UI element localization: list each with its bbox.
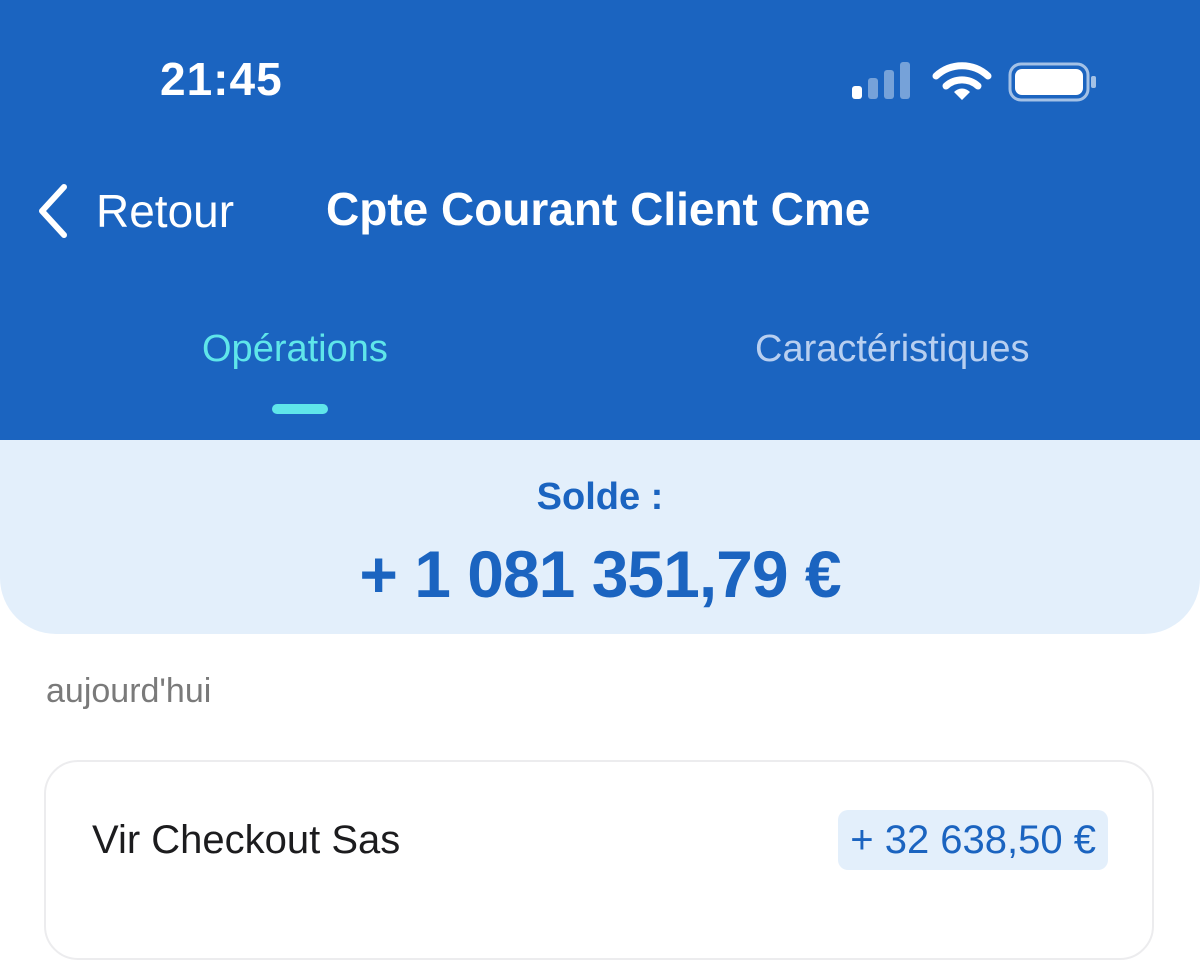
transaction-card[interactable]: Vir Checkout Sas + 32 638,50 € [44, 760, 1154, 960]
page-title: Cpte Courant Client Cme [326, 183, 871, 235]
status-time: 21:45 [160, 53, 283, 105]
balance-label: Solde : [536, 476, 664, 518]
tab-caracteristiques[interactable]: Caractéristiques [755, 328, 1030, 371]
balance-panel: Solde : + 1 081 351,79 € [0, 440, 1200, 634]
transaction-amount: + 32 638,50 € [838, 810, 1108, 870]
date-header: aujourd'hui [46, 672, 212, 710]
balance-amount: + 1 081 351,79 € [359, 537, 841, 611]
signal-icon [852, 62, 910, 99]
back-button[interactable]: Retour [34, 178, 234, 244]
chevron-left-icon [39, 184, 67, 238]
transaction-label: Vir Checkout Sas [92, 818, 401, 862]
active-tab-indicator [272, 404, 328, 414]
tab-operations[interactable]: Opérations [202, 328, 388, 371]
battery-icon [1008, 62, 1096, 102]
back-label: Retour [96, 185, 235, 237]
wifi-icon [932, 62, 992, 100]
status-icons [850, 60, 1100, 104]
app-header: 21:45 Retour Cpte Courant Client Cme Opé… [0, 0, 1200, 440]
